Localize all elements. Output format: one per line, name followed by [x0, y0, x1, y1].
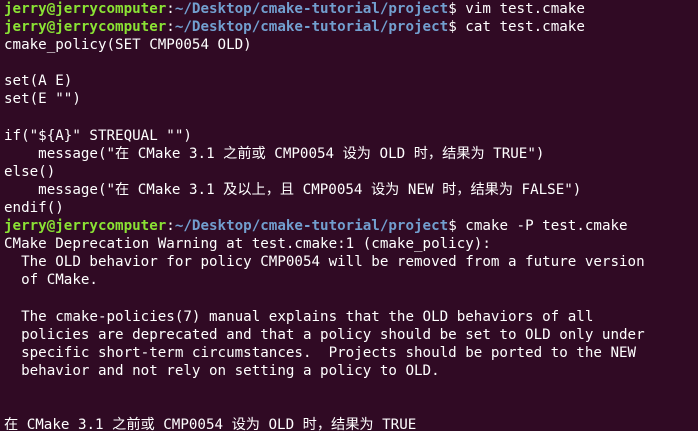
- output-line: policies are deprecated and that a polic…: [4, 326, 698, 344]
- prompt-colon: :: [166, 19, 175, 36]
- output-text: message("在 CMake 3.1 之前或 CMP0054 设为 OLD …: [4, 145, 545, 162]
- output-line: of CMake.: [4, 271, 698, 289]
- output-line: if("${A}" STREQUAL ""): [4, 127, 698, 145]
- output-line: behavior and not rely on setting a polic…: [4, 362, 698, 380]
- command-text: cat test.cmake: [465, 19, 585, 36]
- output-line: CMake Deprecation Warning at test.cmake:…: [4, 235, 698, 253]
- output-text: policies are deprecated and that a polic…: [4, 326, 645, 343]
- output-line: cmake_policy(SET CMP0054 OLD): [4, 36, 698, 54]
- prompt-colon: :: [166, 1, 175, 17]
- prompt-user-host: jerry@jerrycomputer: [4, 19, 167, 36]
- output-text: if("${A}" STREQUAL ""): [4, 127, 192, 144]
- output-text: else(): [4, 163, 56, 180]
- output-text: behavior and not rely on setting a polic…: [4, 362, 440, 379]
- output-line: message("在 CMake 3.1 及以上，且 CMP0054 设为 NE…: [4, 181, 698, 199]
- prompt-user-host: jerry@jerrycomputer: [4, 1, 167, 17]
- output-text: endif(): [4, 200, 64, 217]
- prompt-path: ~/Desktop/cmake-tutorial/project: [174, 218, 449, 235]
- output-line: The cmake-policies(7) manual explains th…: [4, 308, 698, 326]
- output-text: The OLD behavior for policy CMP0054 will…: [4, 254, 645, 271]
- prompt-line: jerry@jerrycomputer:~/Desktop/cmake-tuto…: [4, 217, 698, 235]
- prompt-line: jerry@jerrycomputer:~/Desktop/cmake-tuto…: [4, 18, 698, 36]
- output-text: set(E ""): [4, 91, 81, 108]
- output-text: specific short-term circumstances. Proje…: [4, 344, 637, 361]
- output-line: set(A E): [4, 72, 698, 90]
- output-line: 在 CMake 3.1 之前或 CMP0054 设为 OLD 时，结果为 TRU…: [4, 416, 698, 431]
- command-text: cmake -P test.cmake: [465, 218, 628, 235]
- prompt-symbol: $: [448, 218, 466, 235]
- prompt-user-host: jerry@jerrycomputer: [4, 218, 167, 235]
- prompt-path: ~/Desktop/cmake-tutorial/project: [174, 1, 449, 17]
- output-line: endif(): [4, 199, 698, 217]
- output-line: set(E ""): [4, 90, 698, 108]
- prompt-symbol: $: [448, 1, 466, 17]
- output-text: message("在 CMake 3.1 及以上，且 CMP0054 设为 NE…: [4, 181, 582, 198]
- output-text: The cmake-policies(7) manual explains th…: [4, 308, 594, 325]
- output-text: 在 CMake 3.1 之前或 CMP0054 设为 OLD 时，结果为 TRU…: [4, 417, 417, 431]
- prompt-line: jerry@jerrycomputer:~/Desktop/cmake-tuto…: [4, 0, 698, 18]
- output-line: The OLD behavior for policy CMP0054 will…: [4, 253, 698, 271]
- output-line: specific short-term circumstances. Proje…: [4, 344, 698, 362]
- output-text: cmake_policy(SET CMP0054 OLD): [4, 37, 252, 54]
- output-line: else(): [4, 163, 698, 181]
- terminal-window[interactable]: jerry@jerrycomputer:~/Desktop/cmake-tuto…: [0, 0, 698, 431]
- output-line: message("在 CMake 3.1 之前或 CMP0054 设为 OLD …: [4, 145, 698, 163]
- output-text: CMake Deprecation Warning at test.cmake:…: [4, 236, 491, 253]
- output-text: of CMake.: [4, 272, 98, 289]
- command-text: vim test.cmake: [465, 1, 585, 17]
- prompt-symbol: $: [448, 19, 466, 36]
- output-text: set(A E): [4, 73, 73, 90]
- prompt-colon: :: [166, 218, 175, 235]
- prompt-path: ~/Desktop/cmake-tutorial/project: [174, 19, 449, 36]
